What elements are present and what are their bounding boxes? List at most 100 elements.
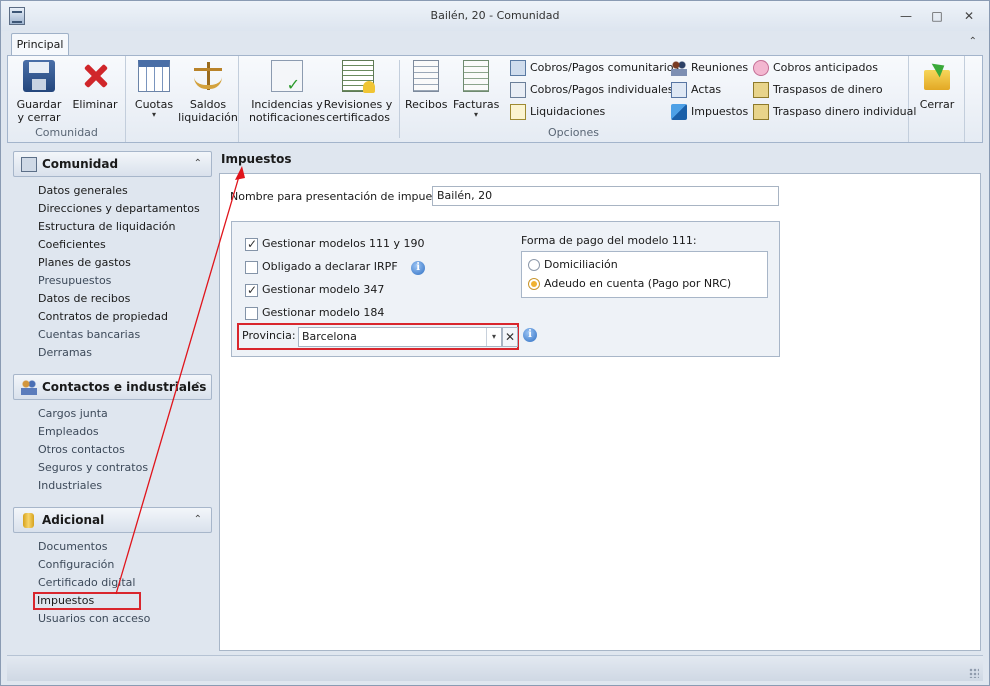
reuniones-button[interactable]: Reuniones xyxy=(671,58,748,78)
traspasos-button[interactable]: Traspasos de dinero xyxy=(753,80,883,100)
nav-group-comunidad: Comunidad ⌃ Datos generales Direcciones … xyxy=(13,151,212,362)
nav-item-planes-gastos[interactable]: Planes de gastos xyxy=(13,254,212,272)
info-icon[interactable]: i xyxy=(523,328,537,342)
people-icon xyxy=(671,60,687,76)
checkbox-box-unchecked[interactable] xyxy=(245,306,258,320)
nav-item-coeficientes[interactable]: Coeficientes xyxy=(13,236,212,254)
nav-item-cuentas-bancarias[interactable]: Cuentas bancarias xyxy=(13,326,212,344)
checkbox-irpf[interactable]: Obligado a declarar IRPF i xyxy=(245,259,426,275)
nav-list-adicional: Documentos Configuración Certificado dig… xyxy=(13,533,212,628)
nav-group-contactos: Contactos e industriales ⌃ Cargos junta … xyxy=(13,374,212,495)
tab-principal[interactable]: Principal xyxy=(11,33,69,56)
cobros-comunitarios-button[interactable]: Cobros/Pagos comunitarios xyxy=(510,58,679,78)
checkbox-modelo-184[interactable]: Gestionar modelo 184 xyxy=(245,305,384,321)
nav-item-derramas[interactable]: Derramas xyxy=(13,344,212,362)
incidencias-label-1: Incidencias y xyxy=(251,98,323,111)
nav-item-datos-recibos[interactable]: Datos de recibos xyxy=(13,290,212,308)
contacts-people-icon xyxy=(21,380,37,395)
nav-header-comunidad[interactable]: Comunidad ⌃ xyxy=(13,151,212,177)
provincia-select[interactable]: Barcelona ▾ xyxy=(298,327,502,347)
radio-dot-unselected[interactable] xyxy=(528,259,540,271)
nav-header-contactos[interactable]: Contactos e industriales ⌃ xyxy=(13,374,212,400)
cuotas-button[interactable]: Cuotas ▾ xyxy=(130,60,178,119)
tax-flag-icon xyxy=(671,104,687,120)
saldos-label-1: Saldos xyxy=(189,98,227,111)
nav-item-otros-contactos[interactable]: Otros contactos xyxy=(13,441,212,459)
resize-grip-icon[interactable] xyxy=(969,668,979,678)
liquidation-sheet-icon xyxy=(510,104,526,120)
liquidaciones-button[interactable]: Liquidaciones xyxy=(510,102,605,122)
nav-item-configuracion[interactable]: Configuración xyxy=(13,556,212,574)
nav-item-impuestos[interactable]: Impuestos xyxy=(33,592,141,610)
minimize-button[interactable]: — xyxy=(895,7,917,25)
nav-item-estructura-liquidacion[interactable]: Estructura de liquidación xyxy=(13,218,212,236)
chevron-up-icon[interactable]: ⌃ xyxy=(194,375,202,399)
nombre-impuestos-input[interactable]: Bailén, 20 xyxy=(432,186,779,206)
nav-header-contactos-label: Contactos e industriales xyxy=(42,380,207,394)
chevron-down-icon[interactable]: ▾ xyxy=(486,328,501,346)
checkbox-modelos-111-190[interactable]: Gestionar modelos 111 y 190 xyxy=(245,236,425,252)
liquidaciones-label: Liquidaciones xyxy=(530,105,606,118)
nav-header-adicional[interactable]: Adicional ⌃ xyxy=(13,507,212,533)
left-navigation: Comunidad ⌃ Datos generales Direcciones … xyxy=(9,147,216,651)
window-title: Bailén, 20 - Comunidad xyxy=(430,9,560,22)
collapse-ribbon-button[interactable]: ⌃ xyxy=(969,36,977,47)
forma-pago-label: Forma de pago del modelo 111: xyxy=(521,234,697,247)
nav-item-datos-generales[interactable]: Datos generales xyxy=(13,182,212,200)
balance-scale-icon xyxy=(192,60,224,92)
invoice-icon xyxy=(463,60,489,92)
revisiones-button[interactable]: Revisiones y certificados xyxy=(323,60,393,124)
cobros-anticipados-button[interactable]: Cobros anticipados xyxy=(753,58,878,78)
status-bar xyxy=(7,655,983,681)
cobros-individuales-button[interactable]: Cobros/Pagos individuales xyxy=(510,80,674,100)
save-close-button[interactable]: Guardar y cerrar xyxy=(14,60,64,124)
checkbox-irpf-label: Obligado a declarar IRPF xyxy=(262,260,398,273)
restore-button[interactable]: □ xyxy=(926,7,948,25)
incidencias-button[interactable]: Incidencias y notificaciones xyxy=(247,60,327,124)
nav-item-direcciones[interactable]: Direcciones y departamentos xyxy=(13,200,212,218)
impuestos-ribbon-button[interactable]: Impuestos xyxy=(671,102,748,122)
nombre-impuestos-label: Nombre para presentación de impuestos: xyxy=(230,190,459,203)
nav-header-comunidad-label: Comunidad xyxy=(42,157,119,171)
incidencias-label-2: notificaciones xyxy=(248,111,326,124)
checkbox-box-unchecked[interactable] xyxy=(245,260,258,274)
revisiones-label-1: Revisiones y xyxy=(323,98,393,111)
cuotas-dropdown-caret: ▾ xyxy=(151,110,156,119)
checkbox-box-checked[interactable] xyxy=(245,282,258,298)
nav-item-presupuestos[interactable]: Presupuestos xyxy=(13,272,212,290)
nav-item-usuarios-acceso[interactable]: Usuarios con acceso xyxy=(13,610,212,628)
checkbox-modelo-347[interactable]: Gestionar modelo 347 xyxy=(245,282,384,298)
community-building-icon xyxy=(21,157,37,172)
nav-item-seguros-contratos[interactable]: Seguros y contratos xyxy=(13,459,212,477)
radio-dot-selected[interactable] xyxy=(528,278,540,290)
close-window-button[interactable]: ✕ xyxy=(958,7,980,25)
radio-adeudo-cuenta[interactable]: Adeudo en cuenta (Pago por NRC) xyxy=(528,276,731,292)
nav-item-cargos-junta[interactable]: Cargos junta xyxy=(13,405,212,423)
clear-provincia-button[interactable]: ✕ xyxy=(502,327,518,347)
impuestos-panel: Nombre para presentación de impuestos: B… xyxy=(219,173,981,651)
red-x-icon xyxy=(79,60,111,92)
checkbox-box-checked[interactable] xyxy=(245,236,258,252)
provincia-value: Barcelona xyxy=(302,330,357,343)
actas-button[interactable]: Actas xyxy=(671,80,721,100)
nav-list-contactos: Cargos junta Empleados Otros contactos S… xyxy=(13,400,212,495)
nav-item-documentos[interactable]: Documentos xyxy=(13,538,212,556)
chevron-up-icon[interactable]: ⌃ xyxy=(194,152,202,176)
nav-item-industriales[interactable]: Industriales xyxy=(13,477,212,495)
cerrar-button[interactable]: Cerrar xyxy=(915,60,959,111)
facturas-button[interactable]: Facturas ▾ xyxy=(453,60,499,119)
delete-button[interactable]: Eliminar xyxy=(70,60,120,111)
recibos-button[interactable]: Recibos xyxy=(405,60,447,111)
nav-item-contratos-propiedad[interactable]: Contratos de propiedad xyxy=(13,308,212,326)
document-person-icon xyxy=(510,82,526,98)
chevron-up-icon[interactable]: ⌃ xyxy=(194,508,202,532)
traspaso-individual-button[interactable]: Traspaso dinero individual xyxy=(753,102,916,122)
info-icon[interactable]: i xyxy=(411,261,426,275)
radio-domiciliacion[interactable]: Domiciliación xyxy=(528,257,618,273)
nav-list-comunidad: Datos generales Direcciones y departamen… xyxy=(13,177,212,362)
recibos-label: Recibos xyxy=(405,98,448,111)
nav-item-certificado-digital[interactable]: Certificado digital xyxy=(13,574,212,592)
nav-item-empleados[interactable]: Empleados xyxy=(13,423,212,441)
saldos-liquidacion-button[interactable]: Saldos liquidación xyxy=(178,60,238,124)
calculator-icon xyxy=(510,60,526,76)
